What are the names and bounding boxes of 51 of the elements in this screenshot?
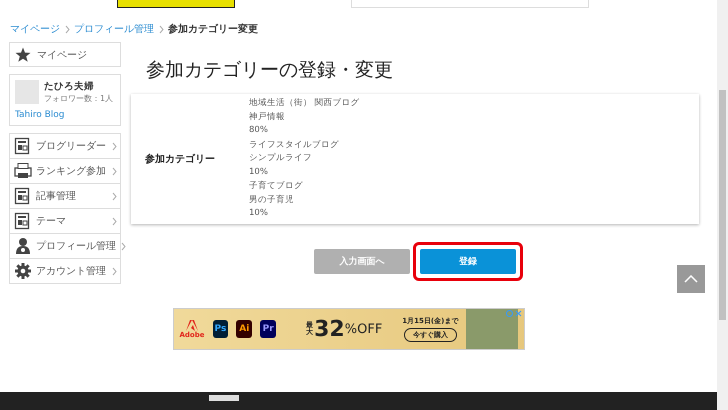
document-icon — [14, 212, 32, 230]
category-share: 10% — [249, 207, 269, 220]
category-subgenre: シンプルライフ — [249, 152, 313, 166]
sidebar-item[interactable]: ランキング参加 — [10, 159, 120, 184]
chevron-icon — [111, 166, 117, 176]
sidebar-item[interactable]: アカウント管理 — [10, 259, 120, 283]
chevron-icon — [111, 266, 117, 276]
category-subgenre: 男の子育児 — [249, 194, 295, 207]
category-share: 80% — [249, 124, 269, 138]
chevron-icon — [111, 192, 117, 200]
document-icon — [14, 187, 32, 205]
category-subgenre: 神戸情報 — [249, 110, 286, 124]
breadcrumb-current: 参加カテゴリー変更 — [168, 22, 258, 36]
mypage-link[interactable]: マイページ — [9, 42, 121, 67]
chevron-icon — [111, 216, 117, 226]
blog-link[interactable]: Tahiro Blog — [15, 110, 115, 120]
follower-count: フォロワー数：1人 — [44, 93, 114, 104]
page-title: 参加カテゴリーの登録・変更 — [146, 58, 394, 83]
logo-icon — [186, 320, 198, 330]
sidebar-item[interactable]: プロフィール管理 — [10, 234, 120, 259]
sidebar-item[interactable]: ブログリーダー — [10, 134, 120, 159]
chevron-icon — [120, 242, 126, 250]
category-genre: 地域生活（街） 関西ブログ — [249, 97, 360, 110]
caret-up-icon — [684, 275, 698, 283]
breadcrumb-link[interactable]: プロフィール管理 — [74, 22, 154, 36]
sidebar-item[interactable]: テーマ — [10, 209, 120, 234]
person-icon — [14, 237, 32, 255]
chevron-icon — [158, 24, 164, 34]
ad-discount-suffix: %OFF — [344, 322, 382, 336]
ad-discount: 32 — [314, 316, 345, 342]
close-icon — [506, 310, 522, 317]
chevron-icon — [111, 142, 117, 150]
page-top-button[interactable] — [677, 265, 705, 293]
footer-image — [209, 395, 239, 401]
printer-icon — [14, 162, 32, 180]
category-genre: ライフスタイルブログ — [249, 138, 340, 152]
avatar-placeholder — [15, 80, 39, 104]
ad-illustration — [466, 309, 518, 349]
app-badge: Ai — [236, 320, 252, 338]
chevron-icon — [64, 24, 70, 34]
breadcrumb-link[interactable]: マイページ — [10, 22, 60, 36]
sidebar-item[interactable]: 記事管理 — [10, 184, 120, 209]
app-badge: Ps — [212, 320, 228, 338]
category-genre: 子育てブログ — [249, 180, 304, 194]
category-share: 10% — [249, 166, 269, 179]
profile-name: たひろ夫婦 — [44, 80, 95, 93]
scrollbar[interactable] — [717, 0, 728, 410]
app-badge: Pr — [260, 320, 276, 338]
field-label: 参加カテゴリー — [144, 152, 216, 166]
document-icon — [14, 137, 32, 155]
star-icon — [15, 47, 31, 62]
